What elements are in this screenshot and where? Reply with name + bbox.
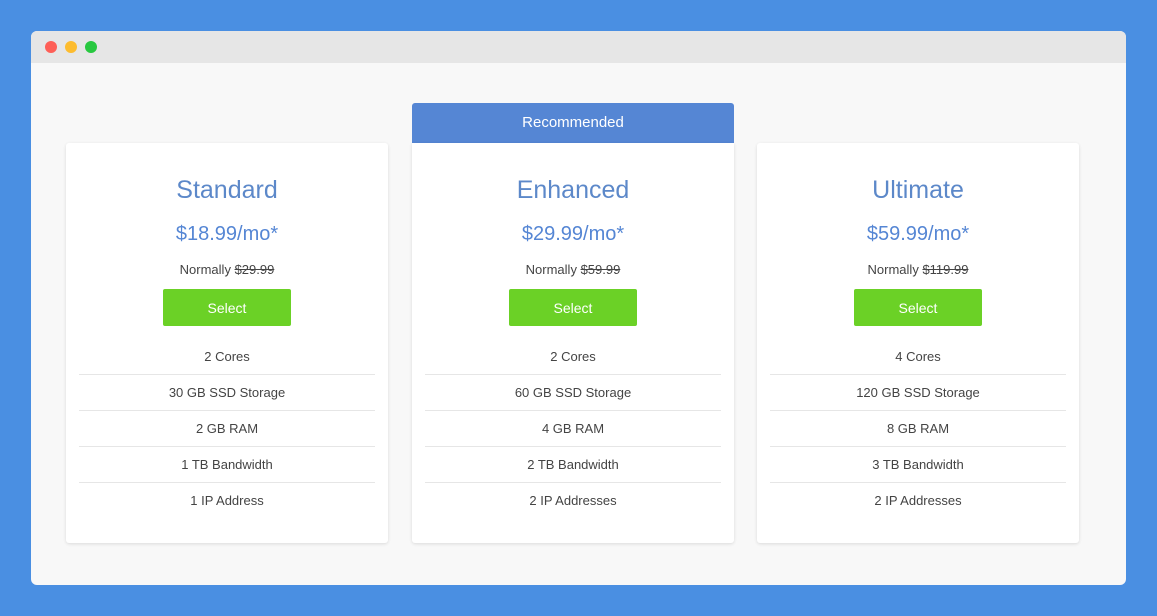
feature-list: 4 Cores 120 GB SSD Storage 8 GB RAM 3 TB…	[770, 339, 1066, 519]
plan-normal-price: Normally $59.99	[412, 262, 734, 277]
feature-item: 2 IP Addresses	[874, 493, 962, 508]
feature-item: 3 TB Bandwidth	[770, 447, 1066, 483]
plan-name: Enhanced	[516, 176, 630, 204]
original-price: $59.99	[580, 262, 621, 277]
feature-item: 60 GB SSD Storage	[425, 375, 721, 411]
plan-name: Ultimate	[872, 176, 964, 204]
plan-name: Standard	[176, 176, 278, 204]
plan-price: $18.99/mo*	[175, 223, 279, 245]
plan-normal-price: Normally $29.99	[66, 262, 388, 277]
plan-normal-price: Normally $119.99	[757, 262, 1079, 277]
feature-item: 1 TB Bandwidth	[79, 447, 375, 483]
minimize-window-icon[interactable]	[65, 41, 77, 53]
normally-label: Normally	[867, 262, 923, 277]
feature-item: 120 GB SSD Storage	[770, 375, 1066, 411]
feature-list: 2 Cores 30 GB SSD Storage 2 GB RAM 1 TB …	[79, 339, 375, 519]
close-window-icon[interactable]	[45, 41, 57, 53]
normally-label: Normally	[525, 262, 581, 277]
feature-item: 1 IP Address	[190, 493, 264, 508]
plan-price: $29.99/mo*	[521, 223, 625, 245]
select-standard-button[interactable]: Select	[163, 289, 291, 326]
window-titlebar	[31, 31, 1126, 63]
feature-item: 2 Cores	[425, 339, 721, 375]
feature-item: 2 Cores	[79, 339, 375, 375]
feature-item: 2 GB RAM	[79, 411, 375, 447]
feature-item: 8 GB RAM	[770, 411, 1066, 447]
normally-label: Normally	[179, 262, 235, 277]
feature-item: 4 GB RAM	[425, 411, 721, 447]
select-enhanced-button[interactable]: Select	[509, 289, 637, 326]
select-ultimate-button[interactable]: Select	[854, 289, 982, 326]
plan-card-standard: Standard $18.99/mo* Normally $29.99 Sele…	[66, 143, 388, 543]
feature-item: 30 GB SSD Storage	[79, 375, 375, 411]
recommended-ribbon: Recommended	[412, 103, 734, 143]
browser-window: Recommended Standard $18.99/mo* Normally…	[31, 31, 1126, 585]
plan-card-enhanced: Enhanced $29.99/mo* Normally $59.99 Sele…	[412, 143, 734, 543]
plan-card-ultimate: Ultimate $59.99/mo* Normally $119.99 Sel…	[757, 143, 1079, 543]
feature-list: 2 Cores 60 GB SSD Storage 4 GB RAM 2 TB …	[425, 339, 721, 519]
maximize-window-icon[interactable]	[85, 41, 97, 53]
original-price: $29.99	[234, 262, 275, 277]
original-price: $119.99	[922, 262, 969, 277]
feature-item: 2 TB Bandwidth	[425, 447, 721, 483]
plan-price: $59.99/mo*	[866, 223, 970, 245]
feature-item: 2 IP Addresses	[529, 493, 617, 508]
feature-item: 4 Cores	[770, 339, 1066, 375]
